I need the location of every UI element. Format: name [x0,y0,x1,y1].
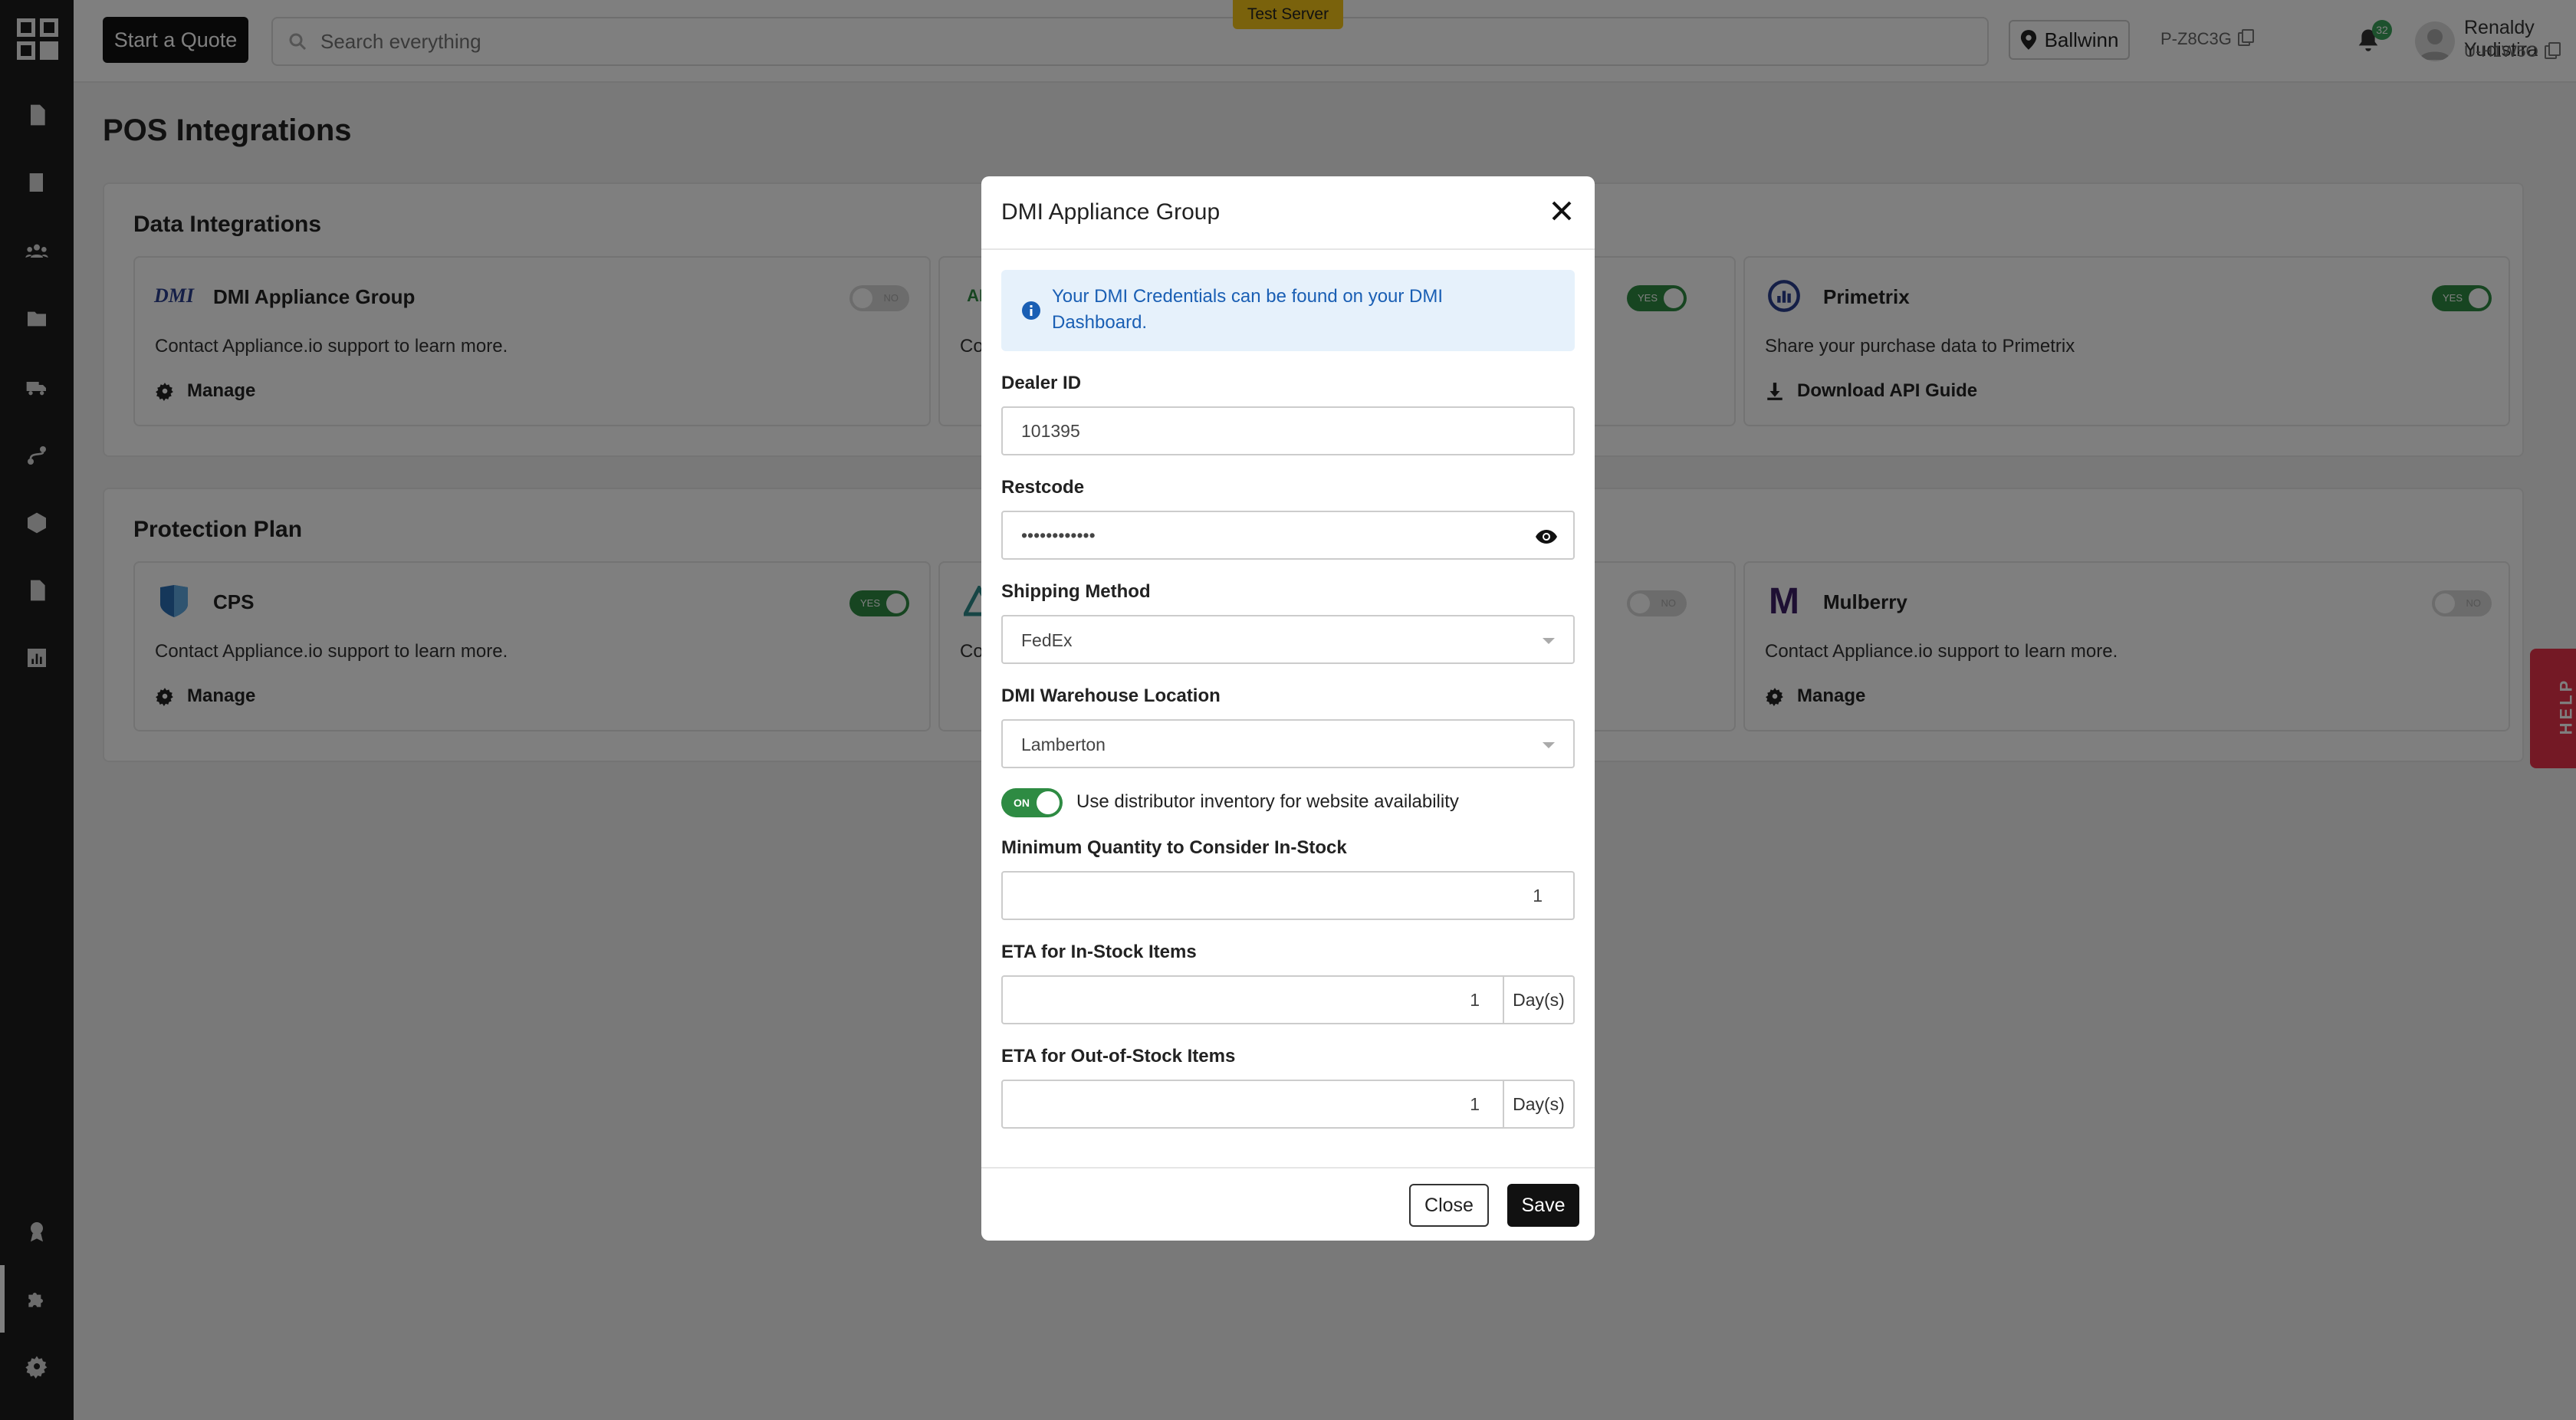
info-alert: Your DMI Credentials can be found on you… [1001,270,1575,351]
eye-icon[interactable] [1535,526,1558,547]
eta-out-stock-field[interactable] [1001,1080,1504,1129]
eta-out-stock-label: ETA for Out-of-Stock Items [1001,1046,1236,1067]
modal-title: DMI Appliance Group [1001,199,1221,225]
shipping-method-select[interactable]: FedEx [1001,615,1575,664]
modal-header: DMI Appliance Group [981,176,1595,250]
warehouse-select[interactable]: Lamberton [1001,719,1575,768]
shipping-method-label: Shipping Method [1001,581,1151,602]
modal-footer: Close Save [981,1167,1595,1241]
days-addon: Day(s) [1503,975,1575,1024]
eta-out-stock-input[interactable] [1003,1081,1503,1127]
chevron-down-icon [1543,742,1555,748]
dmi-settings-modal: DMI Appliance Group Your DMI Credentials… [981,176,1595,1241]
restcode-label: Restcode [1001,477,1085,498]
close-icon[interactable] [1549,198,1575,224]
chevron-down-icon [1543,638,1555,644]
dealer-id-label: Dealer ID [1001,373,1082,393]
info-icon [1022,301,1040,320]
warehouse-value: Lamberton [1021,735,1106,754]
min-qty-field[interactable] [1001,871,1575,920]
eta-in-stock-label: ETA for In-Stock Items [1001,942,1197,962]
inventory-toggle[interactable]: ON [1001,788,1063,817]
shipping-method-value: FedEx [1021,630,1073,650]
days-addon: Day(s) [1503,1080,1575,1129]
eta-in-stock-input[interactable] [1003,977,1503,1023]
warehouse-label: DMI Warehouse Location [1001,685,1221,706]
eta-in-stock-field[interactable] [1001,975,1504,1024]
inventory-toggle-text: Use distributor inventory for website av… [1076,791,1459,812]
toggle-label: ON [1014,797,1030,809]
min-qty-label: Minimum Quantity to Consider In-Stock [1001,837,1347,858]
dealer-id-input[interactable] [1003,408,1573,454]
close-button[interactable]: Close [1409,1184,1489,1227]
min-qty-input[interactable] [1003,873,1573,919]
restcode-field[interactable] [1001,511,1575,560]
dealer-id-field[interactable] [1001,406,1575,455]
info-text: Your DMI Credentials can be found on you… [1052,286,1444,333]
restcode-input[interactable] [1003,512,1573,558]
save-button[interactable]: Save [1507,1184,1579,1227]
